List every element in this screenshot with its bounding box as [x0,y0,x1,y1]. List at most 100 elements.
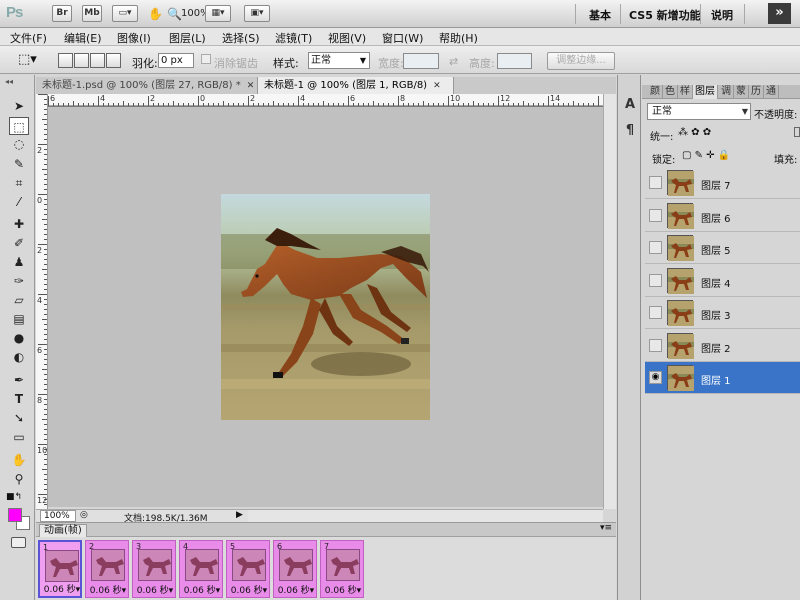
lock-icons[interactable]: ▢ ✎ ✛ 🔒 [682,150,730,161]
layer-row[interactable]: ◉ 图层 1 [645,362,800,394]
paragraph-panel-icon[interactable]: ¶ [623,123,637,138]
bridge-button[interactable]: Br [52,5,72,22]
swap-icon[interactable]: ⇄ [449,55,458,68]
layer-row[interactable]: 图层 4 [645,265,800,297]
status-menu-arrow-icon[interactable]: ▶ [236,510,243,520]
close-icon[interactable]: ✕ [433,81,441,91]
eye-icon[interactable] [649,338,662,352]
menu-window[interactable]: 窗口(W) [382,30,423,46]
frame-delay-dropdown[interactable]: 0.06 秒▾ [274,583,318,596]
collapse-icon[interactable]: ◂◂ [5,77,13,86]
marquee-preset-icon[interactable]: ⬚▾ [18,52,37,67]
screen-mode-button[interactable]: ▣▾ [244,5,270,22]
animation-frames-tab[interactable]: 动画(帧) [39,524,87,537]
eye-icon[interactable] [649,241,662,254]
menu-edit[interactable]: 编辑(E) [64,30,102,46]
lasso-tool-icon[interactable]: ◌ [9,135,29,153]
animation-frame[interactable]: 7 0.06 秒▾ [320,540,364,598]
tab-document-1[interactable]: 未标题-1.psd @ 100% (图层 27, RGB/8) * ✕ [36,77,258,95]
close-icon[interactable]: ✕ [247,81,255,91]
foreground-color-swatch-front[interactable] [8,508,22,522]
dodge-tool-icon[interactable]: ◐ [9,348,29,366]
subtract-selection-icon[interactable] [90,53,105,68]
height-input[interactable] [497,53,532,69]
quick-mask-icon[interactable] [11,537,26,548]
shape-tool-icon[interactable]: ▭ [9,428,29,446]
eye-icon[interactable] [649,208,662,222]
pen-tool-icon[interactable]: ✒ [9,371,29,389]
tab-document-2[interactable]: 未标题-1 @ 100% (图层 1, RGB/8) ✕ [258,77,454,95]
panel-tab[interactable]: 历 [749,85,764,99]
menu-help[interactable]: 帮助(H) [439,30,478,46]
panel-tab[interactable]: 通 [764,85,779,99]
layer-row[interactable]: 图层 5 [645,232,800,264]
animation-frame[interactable]: 5 0.06 秒▾ [226,540,270,598]
menu-image[interactable]: 图像(I) [117,30,151,46]
history-brush-tool-icon[interactable]: ✑ [9,272,29,290]
refine-edge-button[interactable]: 调整边缘... [547,52,615,70]
width-input[interactable] [403,53,439,69]
double-chevron-icon[interactable]: » [768,3,791,24]
menu-select[interactable]: 选择(S) [222,30,260,46]
arrange-documents-button[interactable]: ▦▾ [205,5,231,22]
marquee-tool-icon[interactable]: ⬚ [9,117,29,135]
eyedropper-tool-icon[interactable]: ⁄ [9,193,29,211]
panel-tab[interactable]: 蒙 [734,85,749,99]
default-colors-icon[interactable]: ■↰ [6,492,22,502]
character-panel-icon[interactable]: A [623,97,637,112]
layer-row[interactable]: 图层 6 [645,200,800,232]
animation-frame[interactable]: 6 0.06 秒▾ [273,540,317,598]
move-tool-icon[interactable]: ➤ [9,97,29,115]
layer-row[interactable]: 图层 3 [645,297,800,329]
crop-tool-icon[interactable]: ⌗ [9,174,29,192]
clone-stamp-tool-icon[interactable]: ♟ [9,253,29,271]
eye-icon[interactable] [649,306,662,319]
horse-image[interactable] [221,194,430,420]
layer-row[interactable]: 图层 2 [645,330,800,362]
vertical-scrollbar[interactable] [603,94,616,509]
blur-tool-icon[interactable]: ● [9,329,29,347]
eye-icon[interactable] [649,176,662,189]
propagate-checkbox[interactable] [794,127,800,137]
eraser-tool-icon[interactable]: ▱ [9,291,29,309]
panel-menu-icon[interactable]: ▾≡ [600,523,612,533]
frame-delay-dropdown[interactable]: 0.06 秒▾ [321,583,365,596]
add-selection-icon[interactable] [74,53,89,68]
hand-tool-icon[interactable]: ✋ [9,451,29,469]
zoom-tool-icon[interactable]: ⚲ [9,470,29,488]
horizontal-scrollbar[interactable] [248,509,603,522]
frame-delay-dropdown[interactable]: 0.06 秒▾ [40,582,84,595]
quick-select-tool-icon[interactable]: ✎ [9,155,29,173]
frame-delay-dropdown[interactable]: 0.06 秒▾ [86,583,130,596]
panel-tab[interactable]: 图层 [693,85,718,99]
path-selection-tool-icon[interactable]: ➘ [9,409,29,427]
menu-file[interactable]: 文件(F) [10,30,47,46]
menu-layer[interactable]: 图层(L) [169,30,206,46]
antialias-checkbox[interactable] [201,54,211,64]
eye-icon[interactable] [649,273,662,287]
style-select[interactable]: 正常 ▼ [308,52,370,69]
menu-filter[interactable]: 滤镜(T) [275,30,312,46]
workspace-explain[interactable]: 说明 [711,7,733,23]
frame-delay-dropdown[interactable]: 0.06 秒▾ [133,583,177,596]
panel-tab[interactable]: 色 [663,85,678,99]
brush-tool-icon[interactable]: ✐ [9,234,29,252]
status-icon[interactable]: ◎ [80,510,88,520]
menu-view[interactable]: 视图(V) [328,30,366,46]
new-selection-icon[interactable] [58,53,73,68]
healing-brush-tool-icon[interactable]: ✚ [9,215,29,233]
feather-input[interactable]: 0 px [158,53,194,68]
workspace-cs5-new[interactable]: CS5 新增功能 [629,7,701,23]
frame-delay-dropdown[interactable]: 0.06 秒▾ [180,583,224,596]
hand-icon[interactable]: ✋ [148,7,163,21]
workspace-essentials[interactable]: 基本 [589,7,611,23]
panel-tab[interactable]: 颜 [648,85,663,99]
frame-delay-dropdown[interactable]: 0.06 秒▾ [227,583,271,596]
panel-tab[interactable]: 调 [719,85,734,99]
animation-frame[interactable]: 1 0.06 秒▾ [38,540,82,598]
zoom-field[interactable]: 100% [40,510,76,522]
panel-tab[interactable]: 样 [678,85,693,99]
mini-bridge-button[interactable]: Mb [82,5,102,22]
blend-mode-select[interactable]: 正常 ▼ [647,103,751,120]
zoom-icon[interactable]: 🔍 [167,7,182,21]
